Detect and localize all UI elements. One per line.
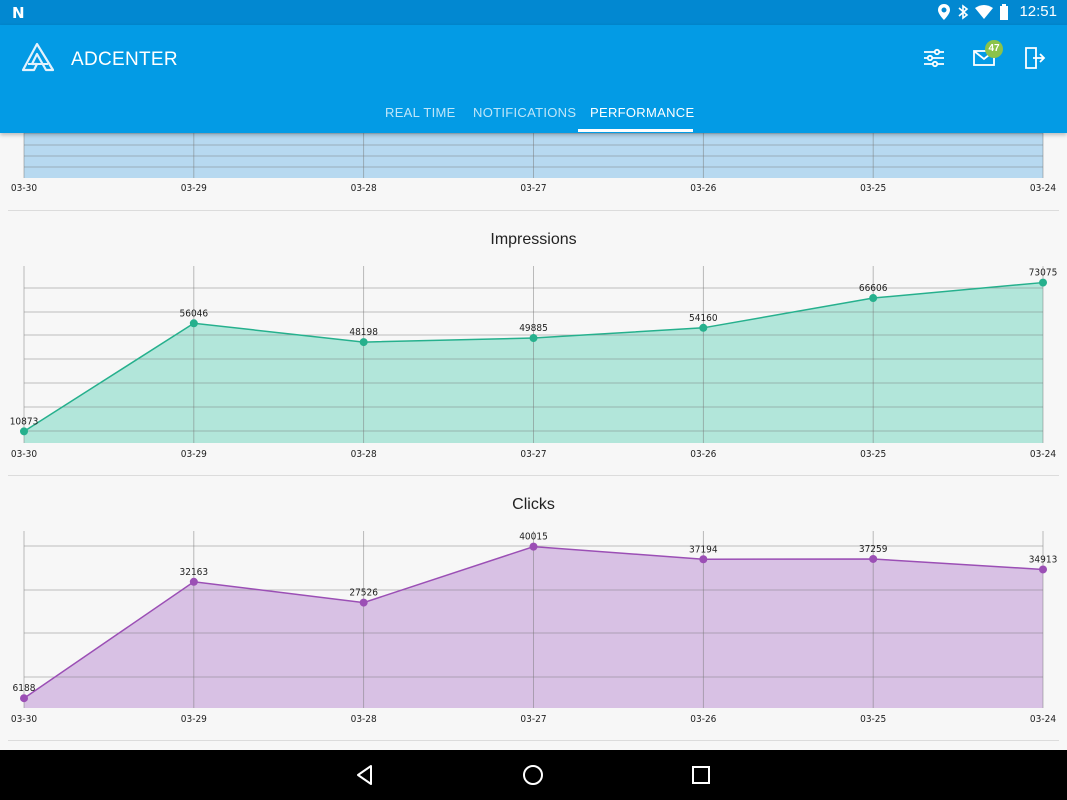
tab-indicator	[578, 129, 693, 132]
status-bar: N 12:51	[0, 0, 1067, 25]
data-label: 32163	[180, 567, 209, 578]
data-point	[1039, 278, 1047, 287]
x-tick-label: 03-27	[520, 183, 546, 194]
data-label: 49885	[519, 323, 548, 334]
data-point	[699, 555, 708, 564]
app-logo-icon	[22, 42, 54, 72]
x-tick-label: 03-29	[181, 183, 207, 194]
status-icons: 12:51	[937, 3, 1057, 20]
impressions-chart-svg: 10873 56046 48198 49885 54160 66606 73075 03-30…	[10, 266, 1058, 460]
data-label: 10873	[10, 416, 39, 427]
x-tick-label: 03-30	[11, 449, 37, 460]
clicks-chart-svg: 6188 32163 27526 40015 37194 37259 34913 03-30 0…	[11, 531, 1058, 725]
data-point	[529, 334, 538, 343]
data-point	[359, 598, 368, 607]
x-tick-label: 03-25	[860, 449, 886, 460]
data-point	[1039, 565, 1047, 574]
filter-settings-icon[interactable]	[921, 45, 947, 71]
notification-badge: 47	[985, 40, 1003, 58]
tab-performance[interactable]: PERFORMANCE	[590, 105, 694, 120]
data-point	[189, 319, 198, 328]
x-tick-label: 03-28	[351, 714, 377, 725]
data-point	[20, 694, 28, 703]
navigation-bar	[0, 750, 1067, 800]
data-label: 40015	[519, 532, 548, 543]
bluetooth-icon	[958, 3, 969, 20]
back-icon[interactable]	[352, 762, 378, 788]
x-tick-label: 03-24	[1030, 714, 1056, 725]
x-tick-label: 03-29	[181, 714, 207, 725]
data-label: 37194	[689, 544, 718, 555]
x-tick-label: 03-30	[11, 183, 37, 194]
data-point	[699, 323, 708, 332]
x-tick-label: 03-28	[351, 449, 377, 460]
x-tick-label: 03-27	[520, 449, 546, 460]
clicks-chart-section: Clicks 6188 32163 27526 40015 37194 37259 3491…	[0, 476, 1067, 741]
data-point	[359, 338, 368, 347]
impressions-chart-section: Impressions 10873 56046 48198 49885 54160 666…	[0, 211, 1067, 476]
data-point	[529, 542, 538, 551]
logout-icon[interactable]	[1021, 45, 1047, 71]
tab-notifications[interactable]: NOTIFICATIONS	[473, 105, 576, 120]
recents-icon[interactable]	[688, 762, 714, 788]
app-title: ADCENTER	[71, 49, 178, 70]
data-point	[869, 294, 878, 303]
data-label: 56046	[180, 308, 209, 319]
status-time: 12:51	[1019, 3, 1057, 20]
app-bar: ADCENTER 47 REAL TIME NOTIFICATIONS PERF…	[0, 25, 1067, 133]
wifi-icon	[975, 4, 994, 19]
x-tick-label: 03-25	[860, 183, 886, 194]
x-tick-label: 03-26	[690, 714, 716, 725]
x-tick-label: 03-25	[860, 714, 886, 725]
x-tick-label: 03-28	[351, 183, 377, 194]
data-label: 73075	[1029, 268, 1058, 279]
x-tick-label: 03-29	[181, 449, 207, 460]
data-point	[189, 577, 198, 586]
data-label: 54160	[689, 313, 718, 324]
x-tick-label: 03-24	[1030, 449, 1056, 460]
data-label: 27526	[349, 588, 378, 599]
divider	[8, 740, 1059, 741]
data-label: 48198	[349, 327, 378, 338]
n-notification-icon: N	[12, 4, 25, 22]
x-tick-label: 03-30	[11, 714, 37, 725]
tab-real-time[interactable]: REAL TIME	[385, 105, 456, 120]
battery-icon	[1000, 3, 1009, 20]
data-label: 37259	[859, 544, 888, 555]
chart-top-partial: 03-30 03-29 03-28 03-27 03-26 03-25 03-24	[0, 132, 1067, 211]
tab-bar: REAL TIME NOTIFICATIONS PERFORMANCE	[0, 95, 1067, 133]
data-label: 66606	[859, 283, 888, 294]
x-tick-label: 03-26	[690, 449, 716, 460]
data-label: 34913	[1029, 554, 1058, 565]
x-tick-label: 03-27	[520, 714, 546, 725]
data-point	[20, 427, 28, 436]
top-chart-svg: 03-30 03-29 03-28 03-27 03-26 03-25 03-24	[11, 132, 1056, 194]
x-tick-label: 03-24	[1030, 183, 1056, 194]
location-icon	[938, 3, 951, 20]
data-label: 6188	[13, 683, 36, 694]
data-point	[869, 554, 878, 563]
x-tick-label: 03-26	[690, 183, 716, 194]
home-icon[interactable]	[520, 762, 546, 788]
